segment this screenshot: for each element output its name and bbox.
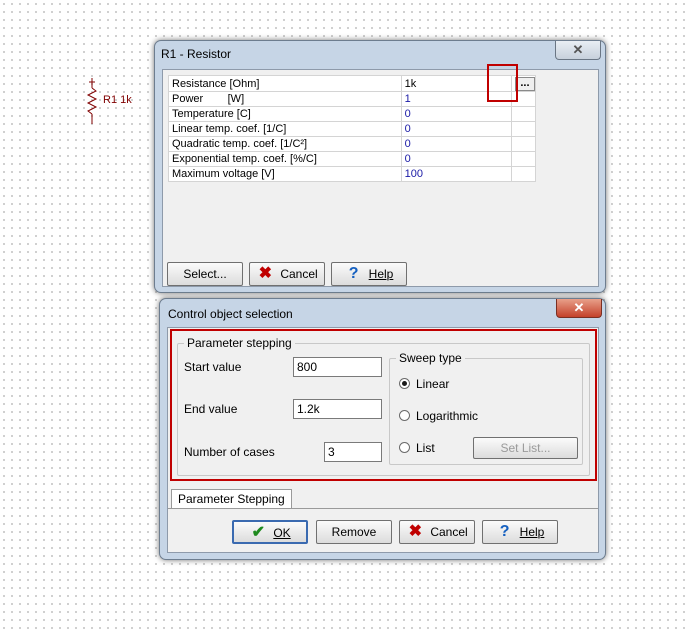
table-row[interactable]: Exponential temp. coef. [%/C] 0: [168, 151, 537, 167]
help-button[interactable]: ? Help: [482, 520, 558, 544]
table-row[interactable]: Maximum voltage [V] 100: [168, 166, 537, 182]
property-name: Maximum voltage [V]: [168, 166, 402, 182]
property-value[interactable]: 0: [400, 136, 512, 152]
cancel-x-icon: ✖: [408, 523, 423, 540]
property-grid: Resistance [Ohm] 1k ... Power [W] 1 Temp…: [168, 75, 537, 182]
property-value[interactable]: 0: [400, 151, 512, 167]
table-row[interactable]: Linear temp. coef. [1/C] 0: [168, 121, 537, 137]
remove-button[interactable]: Remove: [316, 520, 392, 544]
property-name: Exponential temp. coef. [%/C]: [168, 151, 402, 167]
cancel-x-icon: ✖: [258, 265, 273, 282]
tab-parameter-stepping[interactable]: Parameter Stepping: [171, 489, 292, 508]
number-of-cases-label: Number of cases: [184, 445, 275, 459]
help-question-icon: ?: [499, 523, 510, 540]
property-name: Resistance [Ohm]: [168, 75, 402, 92]
checkmark-icon: ✔: [251, 524, 266, 541]
resistor-dialog: R1 - Resistor ✕ Resistance [Ohm] 1k ... …: [154, 40, 606, 293]
table-row[interactable]: Power [W] 1: [168, 91, 537, 107]
radio-logarithmic[interactable]: [399, 410, 410, 421]
table-row[interactable]: Resistance [Ohm] 1k ...: [168, 75, 537, 92]
help-button[interactable]: ? Help: [331, 262, 407, 286]
radio-linear-label[interactable]: Linear: [416, 377, 449, 391]
table-row[interactable]: Quadratic temp. coef. [1/C²] 0: [168, 136, 537, 152]
control-dialog-title: Control object selection: [168, 307, 293, 321]
resistor-dialog-client: Resistance [Ohm] 1k ... Power [W] 1 Temp…: [162, 64, 599, 287]
radio-list[interactable]: [399, 442, 410, 453]
resistor-symbol-icon[interactable]: [84, 78, 100, 126]
close-icon[interactable]: ✕: [556, 299, 602, 318]
start-value-input[interactable]: 800: [293, 357, 382, 377]
set-list-button[interactable]: Set List...: [473, 437, 578, 459]
control-dialog-client: Parameter stepping Start value 800 End v…: [167, 327, 599, 553]
end-value-label: End value: [184, 402, 238, 416]
property-value[interactable]: 0: [400, 121, 512, 137]
radio-list-label[interactable]: List: [416, 441, 435, 455]
parameter-stepping-title: Parameter stepping: [184, 336, 295, 350]
table-row[interactable]: Temperature [C] 0: [168, 106, 537, 122]
resistor-dialog-title: R1 - Resistor: [161, 47, 232, 61]
radio-linear[interactable]: [399, 378, 410, 389]
property-name: Temperature [C]: [168, 106, 402, 122]
sweep-type-group: Sweep type Linear Logarithmic List Set L…: [389, 351, 583, 465]
property-name: Quadratic temp. coef. [1/C²]: [168, 136, 402, 152]
cancel-button[interactable]: ✖ Cancel: [249, 262, 325, 286]
cancel-button[interactable]: ✖ Cancel: [399, 520, 475, 544]
property-value[interactable]: 0: [400, 106, 512, 122]
select-button[interactable]: Select...: [167, 262, 243, 286]
control-dialog: Control object selection ✕ Parameter ste…: [159, 298, 606, 560]
start-value-label: Start value: [184, 360, 242, 374]
ellipsis-highlight: [487, 64, 518, 102]
property-name: Power [W]: [168, 91, 402, 107]
sweep-type-title: Sweep type: [396, 351, 465, 365]
property-name: Linear temp. coef. [1/C]: [168, 121, 402, 137]
help-question-icon: ?: [348, 265, 359, 282]
resistor-label: R1 1k: [103, 94, 132, 106]
radio-logarithmic-label[interactable]: Logarithmic: [416, 409, 478, 423]
end-value-input[interactable]: 1.2k: [293, 399, 382, 419]
tab-divider: [168, 508, 598, 509]
number-of-cases-input[interactable]: 3: [324, 442, 382, 462]
parameter-stepping-group: Parameter stepping Start value 800 End v…: [177, 336, 590, 476]
close-icon[interactable]: ✕: [555, 41, 601, 60]
ok-button[interactable]: ✔ OK: [232, 520, 308, 544]
property-value[interactable]: 100: [400, 166, 512, 182]
